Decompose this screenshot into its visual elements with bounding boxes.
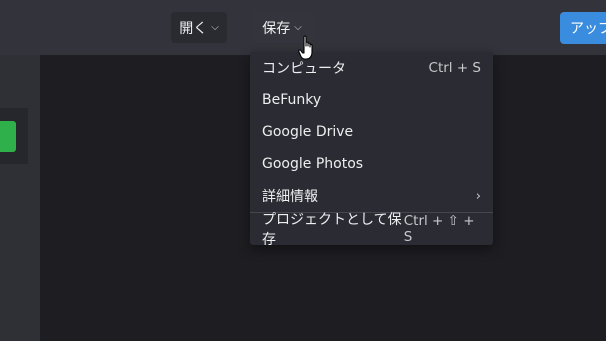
upload-button-label: アップ	[570, 21, 606, 37]
chevron-right-icon: ›	[475, 188, 481, 204]
open-button[interactable]: 開く ⌵	[171, 12, 227, 43]
upload-button[interactable]: アップ	[560, 12, 606, 44]
save-button-label: 保存	[262, 20, 291, 37]
chevron-down-icon: ⌵	[211, 22, 219, 33]
menu-item-label: BeFunky	[262, 92, 322, 108]
menu-item-computer[interactable]: コンピュータ Ctrl + S	[250, 52, 493, 84]
green-action-button[interactable]	[0, 121, 16, 152]
menu-item-google-drive[interactable]: Google Drive	[250, 116, 493, 148]
menu-item-label: 詳細情報	[262, 189, 318, 205]
save-dropdown-menu: コンピュータ Ctrl + S BeFunky Google Drive Goo…	[250, 52, 493, 248]
menu-item-label: Google Drive	[262, 124, 354, 140]
shortcut-text: Ctrl + ⇧ + S	[403, 213, 475, 245]
menu-item-google-photos[interactable]: Google Photos	[250, 148, 493, 180]
menu-item-label: Google Photos	[262, 156, 364, 172]
menu-item-befunky[interactable]: BeFunky	[250, 84, 493, 116]
hand-pointer-icon	[298, 35, 313, 60]
open-button-label: 開く	[179, 20, 208, 37]
menu-item-save-as-project[interactable]: プロジェクトとして保存 Ctrl + ⇧ + S	[250, 212, 493, 248]
menu-item-label: コンピュータ	[262, 61, 346, 77]
menu-item-more-info[interactable]: 詳細情報 ›	[250, 180, 493, 212]
chevron-down-icon: ⌵	[294, 22, 302, 33]
menu-item-label: プロジェクトとして保存	[262, 212, 402, 248]
left-side-panel	[0, 55, 40, 341]
shortcut-text: Ctrl + S	[428, 60, 481, 76]
